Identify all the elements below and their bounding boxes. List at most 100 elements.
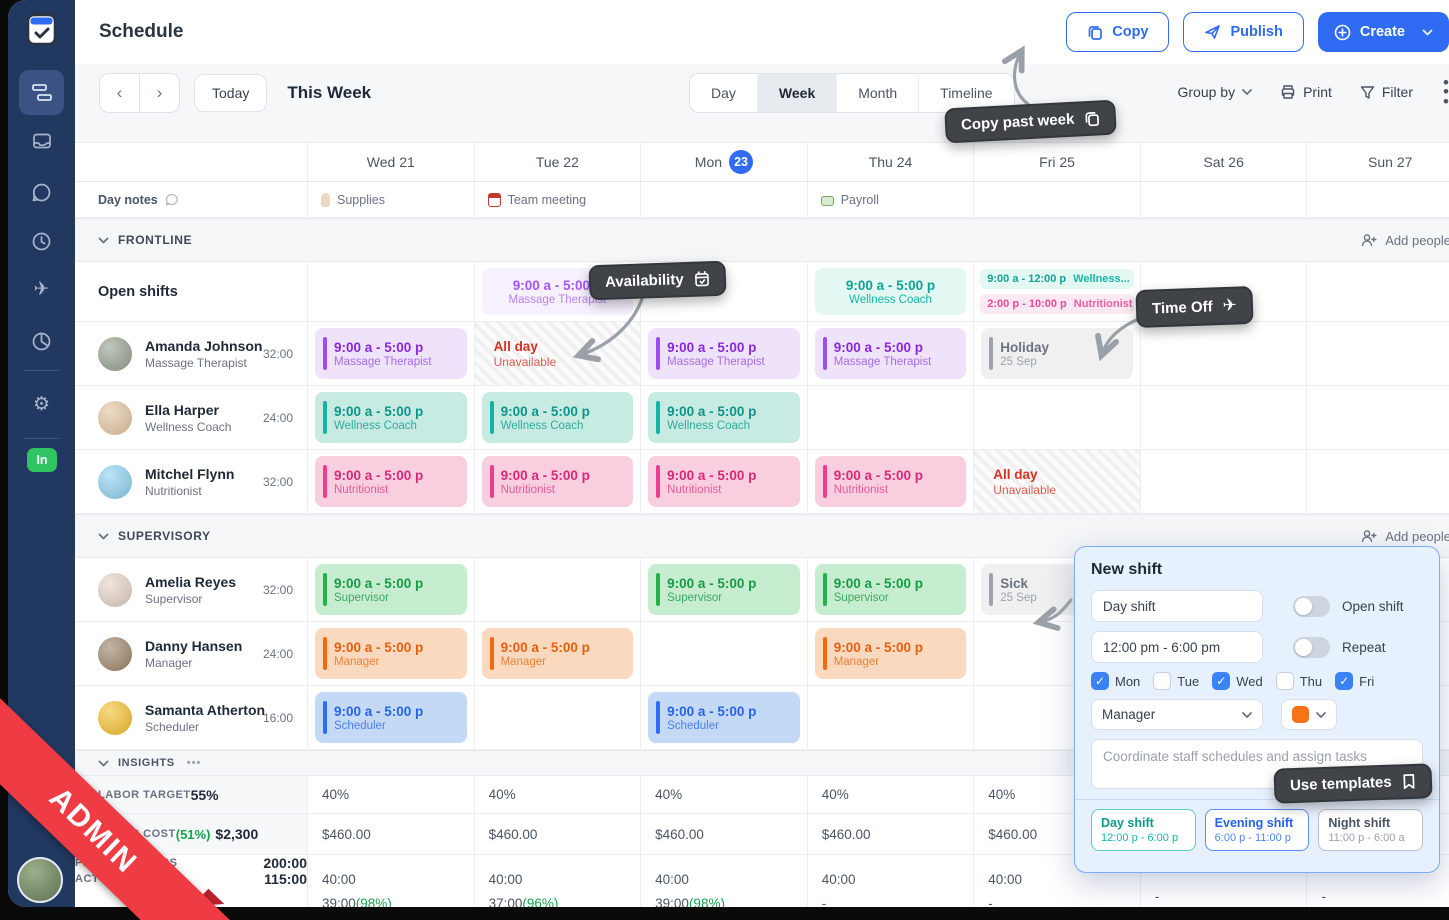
timeoff-chip[interactable]: Holiday25 Sep xyxy=(981,328,1133,379)
app-logo-calendar-icon[interactable] xyxy=(8,8,75,50)
more-options-button[interactable]: ••• xyxy=(1441,78,1449,106)
clock-in-badge[interactable]: In xyxy=(27,448,57,472)
shift-chip[interactable]: 9:00 a - 5:00 pMassage Therapist xyxy=(815,328,967,379)
shift-chip[interactable]: 9:00 a - 5:00 pWellness Coach xyxy=(648,392,800,443)
day-cell[interactable] xyxy=(474,558,641,621)
tab-month[interactable]: Month xyxy=(836,74,918,112)
day-cell[interactable]: All dayUnavailable xyxy=(474,322,641,385)
day-note-cell[interactable]: Payroll xyxy=(807,182,974,217)
day-cell[interactable] xyxy=(1140,450,1307,513)
day-cell[interactable] xyxy=(307,262,474,321)
checkbox-mon[interactable] xyxy=(1091,672,1109,690)
shift-chip[interactable]: 9:00 a - 5:00 pNutritionist xyxy=(482,456,634,507)
color-select[interactable] xyxy=(1281,699,1337,730)
day-cell[interactable] xyxy=(1306,262,1449,321)
day-header-sun-27[interactable]: Sun 27 xyxy=(1306,142,1449,181)
day-cell[interactable]: 9:00 a - 5:00 pSupervisor xyxy=(640,558,807,621)
day-cell[interactable] xyxy=(1306,322,1449,385)
day-cell[interactable]: 9:00 a - 5:00 pNutritionist xyxy=(807,450,974,513)
shift-time-input[interactable]: 12:00 pm - 6:00 pm xyxy=(1091,631,1263,663)
sidebar-item-chat[interactable] xyxy=(8,178,75,206)
day-cell[interactable] xyxy=(474,686,641,749)
add-people-button[interactable]: Add people xyxy=(1361,529,1449,544)
shift-chip[interactable]: 9:00 a - 5:00 pSupervisor xyxy=(648,564,800,615)
shift-chip[interactable]: 9:00 a - 5:00 pWellness Coach xyxy=(815,268,967,315)
shift-chip[interactable]: 9:00 a - 5:00 pManager xyxy=(482,628,634,679)
open-shift-toggle[interactable] xyxy=(1293,596,1330,617)
mini-shift-chip[interactable]: 2:00 p - 10:00 pNutritionist xyxy=(980,294,1134,314)
day-cell[interactable]: 9:00 a - 5:00 pNutritionist xyxy=(307,450,474,513)
filter-button[interactable]: Filter xyxy=(1360,84,1413,100)
shift-chip[interactable]: 9:00 a - 5:00 pScheduler xyxy=(315,692,467,743)
checkbox-wed[interactable] xyxy=(1212,672,1230,690)
day-cell[interactable]: 9:00 a - 5:00 pSupervisor xyxy=(807,558,974,621)
day-cell[interactable]: 9:00 a - 5:00 pManager xyxy=(474,622,641,685)
checkbox-fri[interactable] xyxy=(1335,672,1353,690)
shift-chip[interactable]: 9:00 a - 5:00 pNutritionist xyxy=(315,456,467,507)
day-cell[interactable] xyxy=(640,622,807,685)
sidebar-item-time-clock[interactable] xyxy=(8,227,75,255)
day-cell[interactable]: 9:00 a - 5:00 pManager xyxy=(807,622,974,685)
day-header-sat-26[interactable]: Sat 26 xyxy=(1140,142,1307,181)
day-cell[interactable]: All dayUnavailable xyxy=(973,450,1140,513)
shift-chip[interactable]: 9:00 a - 5:00 pNutritionist xyxy=(815,456,967,507)
day-cell[interactable] xyxy=(1140,322,1307,385)
shift-chip[interactable]: 9:00 a - 5:00 pManager xyxy=(815,628,967,679)
shift-chip[interactable]: 9:00 a - 5:00 pWellness Coach xyxy=(315,392,467,443)
shift-name-input[interactable]: Day shift xyxy=(1091,590,1263,622)
template-night-shift[interactable]: Night shift 11:00 p - 6:00 a xyxy=(1318,809,1423,851)
day-cell[interactable]: 9:00 a - 5:00 pSupervisor xyxy=(307,558,474,621)
section-toggle-frontline[interactable]: FRONTLINE xyxy=(75,233,192,247)
shift-chip[interactable]: 9:00 a - 5:00 pNutritionist xyxy=(648,456,800,507)
day-cell[interactable]: 9:00 a - 5:00 pMassage Therapist xyxy=(307,322,474,385)
checkbox-tue[interactable] xyxy=(1153,672,1171,690)
day-note-cell[interactable]: Team meeting xyxy=(474,182,641,217)
day-header-tue-22[interactable]: Tue 22 xyxy=(474,142,641,181)
day-cell[interactable]: 9:00 a - 5:00 pManager xyxy=(307,622,474,685)
unavailable-cell[interactable]: All dayUnavailable xyxy=(475,322,641,385)
shift-chip[interactable]: 9:00 a - 5:00 pWellness Coach xyxy=(482,392,634,443)
tab-day[interactable]: Day xyxy=(690,74,757,112)
add-people-button[interactable]: Add people xyxy=(1361,233,1449,248)
day-cell[interactable]: 9:00 a - 5:00 pMassage Therapist xyxy=(807,322,974,385)
sidebar-item-schedule[interactable] xyxy=(19,70,64,115)
publish-button[interactable]: Publish xyxy=(1183,12,1303,52)
day-cell[interactable]: 9:00 a - 5:00 pWellness Coach xyxy=(307,386,474,449)
tab-week[interactable]: Week xyxy=(757,74,836,112)
create-button[interactable]: Create xyxy=(1318,12,1449,52)
day-cell[interactable] xyxy=(807,686,974,749)
shift-chip[interactable]: 9:00 a - 5:00 pSupervisor xyxy=(815,564,967,615)
sidebar-item-reports[interactable] xyxy=(8,327,75,355)
copy-button[interactable]: Copy xyxy=(1066,12,1169,52)
day-cell[interactable]: 9:00 a - 12:00 pWellness...2:00 p - 10:0… xyxy=(973,262,1140,321)
day-note-cell[interactable]: Supplies xyxy=(307,182,474,217)
shift-chip[interactable]: 9:00 a - 5:00 pMassage Therapist xyxy=(315,328,467,379)
day-cell[interactable] xyxy=(807,386,974,449)
day-header-wed-21[interactable]: Wed 21 xyxy=(307,142,474,181)
section-toggle-supervisory[interactable]: SUPERVISORY xyxy=(75,529,211,543)
day-cell[interactable] xyxy=(1306,386,1449,449)
shift-chip[interactable]: 9:00 a - 5:00 pManager xyxy=(315,628,467,679)
day-cell[interactable]: 9:00 a - 5:00 pWellness Coach xyxy=(807,262,974,321)
user-avatar[interactable] xyxy=(17,857,63,903)
prev-week-button[interactable]: ‹ xyxy=(100,74,139,112)
day-note-cell[interactable] xyxy=(640,182,807,217)
day-cell[interactable] xyxy=(1140,386,1307,449)
day-note-cell[interactable] xyxy=(1140,182,1307,217)
repeat-toggle[interactable] xyxy=(1293,637,1330,658)
today-button[interactable]: Today xyxy=(194,74,267,112)
sidebar-item-settings[interactable]: ⚙ xyxy=(8,390,75,418)
template-day-shift[interactable]: Day shift 12:00 p - 6:00 p xyxy=(1091,809,1196,851)
day-cell[interactable]: 9:00 a - 5:00 pNutritionist xyxy=(640,450,807,513)
sidebar-item-time-off[interactable]: ✈ xyxy=(8,275,75,303)
group-by-dropdown[interactable]: Group by xyxy=(1177,84,1252,100)
next-week-button[interactable]: › xyxy=(139,74,179,112)
day-header-thu-24[interactable]: Thu 24 xyxy=(807,142,974,181)
day-cell[interactable]: 9:00 a - 5:00 pScheduler xyxy=(640,686,807,749)
insights-menu-button[interactable]: ••• xyxy=(187,757,202,769)
day-cell[interactable]: Holiday25 Sep xyxy=(973,322,1140,385)
day-header-mon[interactable]: Mon23 xyxy=(640,142,807,181)
day-header-fri-25[interactable]: Fri 25 xyxy=(973,142,1140,181)
day-cell[interactable]: 9:00 a - 5:00 pWellness Coach xyxy=(640,386,807,449)
checkbox-thu[interactable] xyxy=(1276,672,1294,690)
